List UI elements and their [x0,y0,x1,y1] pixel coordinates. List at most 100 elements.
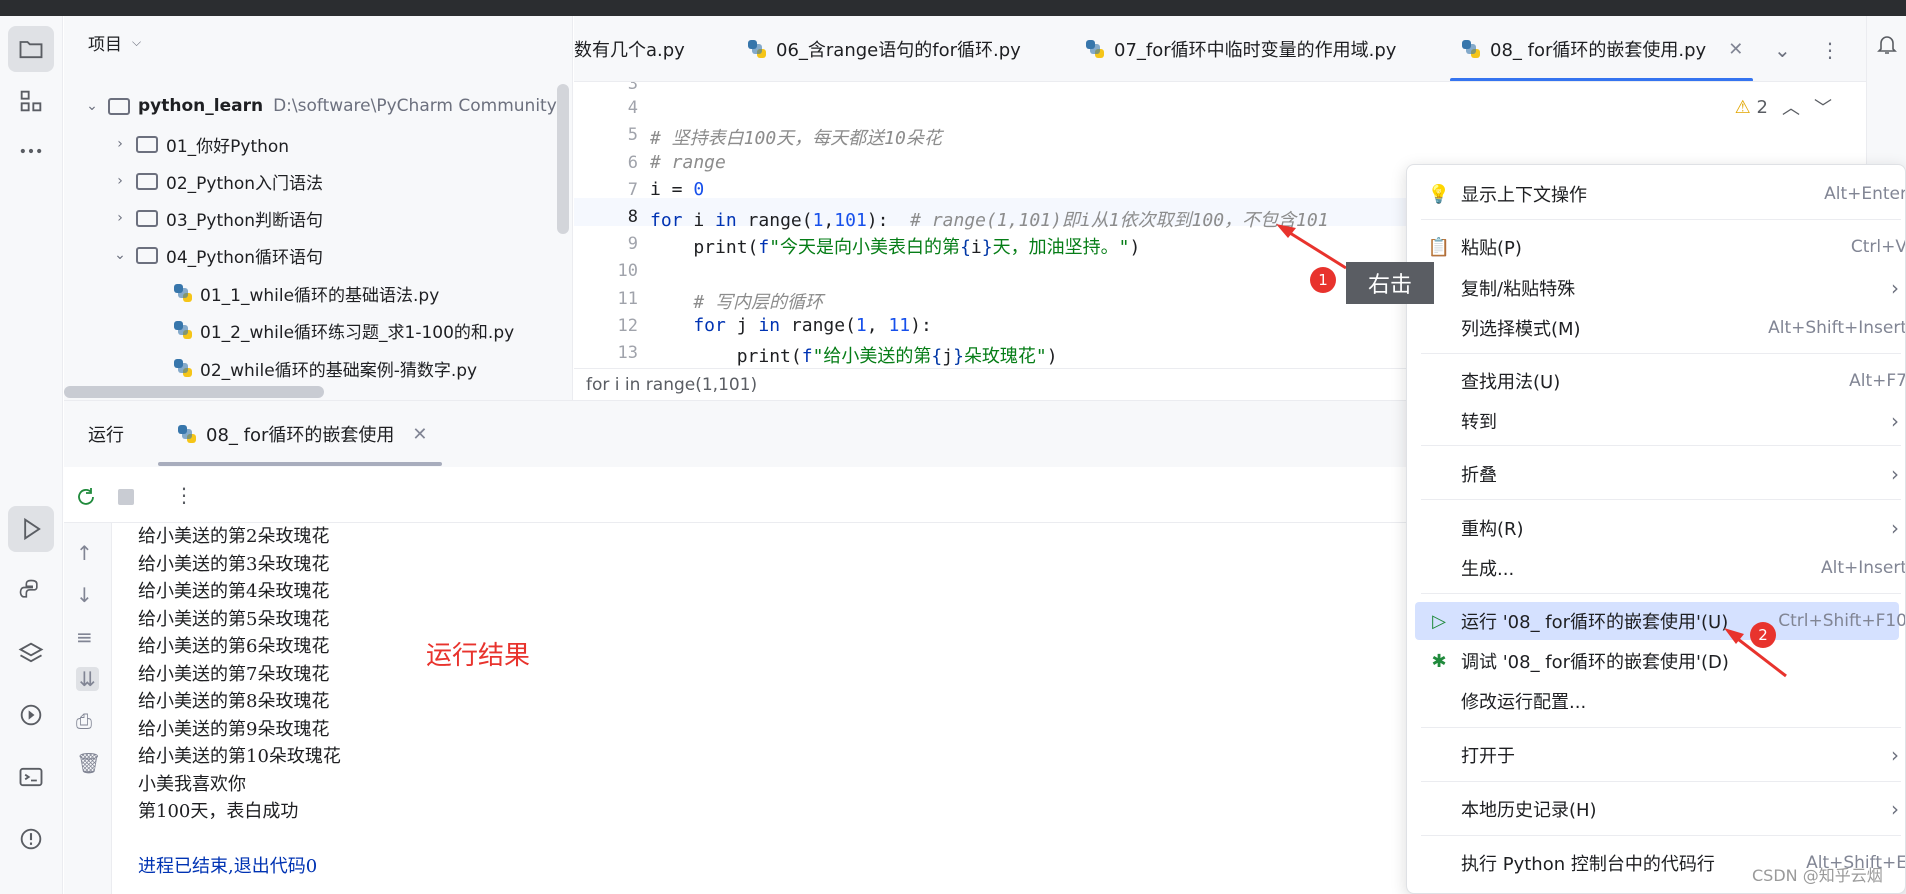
trash-icon[interactable]: 🗑 [76,751,101,775]
menu-item-open-in[interactable]: 打开于 › [1415,736,1899,774]
chevron-down-icon[interactable]: ⌄ [80,98,104,114]
tree-item-folder[interactable]: › 01_你好Python [108,126,289,162]
tree-item-label: python_learn [138,96,264,116]
menu-item-show-context-actions[interactable]: 💡 显示上下文操作 Alt+Enter [1415,175,1905,213]
menu-item-copy-paste-special[interactable]: 复制/粘贴特殊 › [1415,269,1899,307]
services-button[interactable] [8,692,54,738]
tree-item-folder[interactable]: › 03_Python判断语句 [108,200,323,236]
project-header[interactable]: 项目 ⌵ [64,16,572,68]
editor-tab[interactable]: 06_含range语句的for循环.py [746,16,1021,81]
menu-item-column-selection[interactable]: 列选择模式(M) Alt+Shift+Insert [1415,309,1905,347]
more-tools-button[interactable] [8,128,54,174]
python-console-button[interactable] [8,568,54,614]
chevron-right-icon[interactable]: › [108,210,132,226]
code-line: # range [650,152,726,173]
run-tab[interactable]: 08_ for循环的嵌套使用 ✕ [176,421,427,447]
python-file-icon [174,359,192,377]
menu-item-paste[interactable]: 📋 粘贴(P) Ctrl+V [1415,228,1905,266]
python-file-icon [178,425,196,443]
console-output[interactable]: 给小美送的第2朵玫瑰花 给小美送的第3朵玫瑰花 给小美送的第4朵玫瑰花 给小美送… [138,523,341,880]
menu-item-find-usages[interactable]: 查找用法(U) Alt+F7 [1415,362,1905,400]
code-line: print(f"给小美送的第{j}朵玫瑰花") [650,346,1058,367]
soft-wrap-icon[interactable]: ≡ [76,625,93,649]
rerun-icon[interactable] [74,485,98,509]
menu-item-modify-run-config[interactable]: 修改运行配置... [1415,682,1899,720]
annotation-badge: 2 [1750,622,1776,648]
python-icon [19,579,38,598]
chevron-down-icon[interactable]: ⌄ [108,247,132,263]
chevron-right-icon: › [1891,462,1899,486]
console-line: 给小美送的第2朵玫瑰花 [138,526,330,547]
editor-tab-active[interactable]: 08_ for循环的嵌套使用.py ✕ [1449,16,1754,81]
problems-button[interactable] [8,816,54,862]
menu-item-run[interactable]: ▷ 运行 '08_ for循环的嵌套使用'(U) Ctrl+Shift+F10 [1415,602,1905,640]
python-file-icon [1086,40,1104,58]
menu-item-local-history[interactable]: 本地历史记录(H) › [1415,790,1899,828]
python-packages-button[interactable] [8,630,54,676]
menu-item-generate[interactable]: 生成... Alt+Insert [1415,549,1905,587]
structure-icon [20,90,42,112]
console-line: 给小美送的第3朵玫瑰花 [138,553,330,575]
terminal-button[interactable] [8,754,54,800]
problems-icon [20,828,42,850]
line-number: 5 [627,125,638,145]
arrow-up-icon[interactable]: ↑ [76,541,93,565]
debug-icon: ✱ [1431,650,1447,672]
project-tool-button[interactable] [8,26,54,72]
stop-icon[interactable] [118,489,134,505]
horizontal-scrollbar[interactable] [64,386,324,398]
editor-tab[interactable]: 07_for循环中临时变量的作用域.py [1084,16,1396,81]
menu-separator [1421,353,1901,354]
console-line: 给小美送的第7朵玫瑰花 [138,663,330,685]
arrow-down-icon[interactable]: ↓ [76,583,93,607]
more-icon [20,148,42,154]
chevron-up-icon[interactable]: ︿ [1782,94,1800,120]
watermark: CSDN @知乎云烟 [1752,866,1883,885]
menu-item-debug[interactable]: ✱ 调试 '08_ for循环的嵌套使用'(D) [1415,642,1899,680]
close-icon[interactable]: ✕ [412,424,427,445]
inspection-widget[interactable]: ⚠ 2 ︿ ﹀ [1735,94,1832,120]
menu-item-refactor[interactable]: 重构(R) › [1415,509,1899,547]
line-number: 4 [627,98,638,118]
console-line: 第100天，表白成功 [138,801,299,822]
right-click-tooltip: 右击 [1346,262,1434,304]
warning-icon: ⚠ [1734,96,1751,118]
vertical-scrollbar[interactable] [557,84,569,234]
chevron-down-icon[interactable]: ﹀ [1814,94,1832,120]
folder-icon [108,97,130,115]
scroll-to-end-icon[interactable]: ⇊ [76,667,99,691]
bell-icon[interactable] [1875,32,1899,56]
line-number: 11 [617,289,638,309]
menu-item-go-to[interactable]: 转到 › [1415,402,1899,440]
menu-separator [1421,445,1901,446]
close-icon[interactable]: ✕ [1728,39,1743,60]
print-icon[interactable]: ⎙ [76,709,92,733]
folder-icon [136,135,158,153]
menu-item-folding[interactable]: 折叠 › [1415,455,1899,493]
run-tool-button[interactable] [8,506,54,552]
python-file-icon [1462,40,1480,58]
run-icon: ▷ [1432,610,1446,632]
code-line: # 写内层的循环 [650,292,824,313]
tab-label: 06_含range语句的for循环.py [776,40,1021,61]
folder-icon [136,209,158,227]
chevron-right-icon[interactable]: › [108,173,132,189]
structure-tool-button[interactable] [8,78,54,124]
tree-item-file[interactable]: 02_while循环的基础案例-猜数字.py [172,350,477,386]
tree-item-root[interactable]: ⌄ python_learn D:\software\PyCharm Commu… [80,88,557,124]
chevron-right-icon: › [1891,743,1899,767]
run-tab-label: 08_ for循环的嵌套使用 [206,425,395,446]
python-file-icon [174,321,192,339]
tree-item-folder[interactable]: › 02_Python入门语法 [108,163,323,199]
console-line: 给小美送的第8朵玫瑰花 [138,691,330,712]
editor-tab[interactable]: 数有几个a.py [574,16,685,81]
chevron-right-icon[interactable]: › [108,136,132,152]
tree-item-folder[interactable]: ⌄ 04_Python循环语句 [108,237,323,273]
chevron-down-icon[interactable]: ⌄ [1774,38,1791,62]
kebab-menu-icon[interactable]: ⋮ [1820,38,1840,62]
line-number: 13 [617,343,638,363]
kebab-menu-icon[interactable]: ⋮ [174,483,194,507]
run-tab-indicator [158,462,442,466]
tree-item-file[interactable]: 01_1_while循环的基础语法.py [172,275,439,311]
tree-item-file[interactable]: 01_2_while循环练习题_求1-100的和.py [172,312,514,348]
